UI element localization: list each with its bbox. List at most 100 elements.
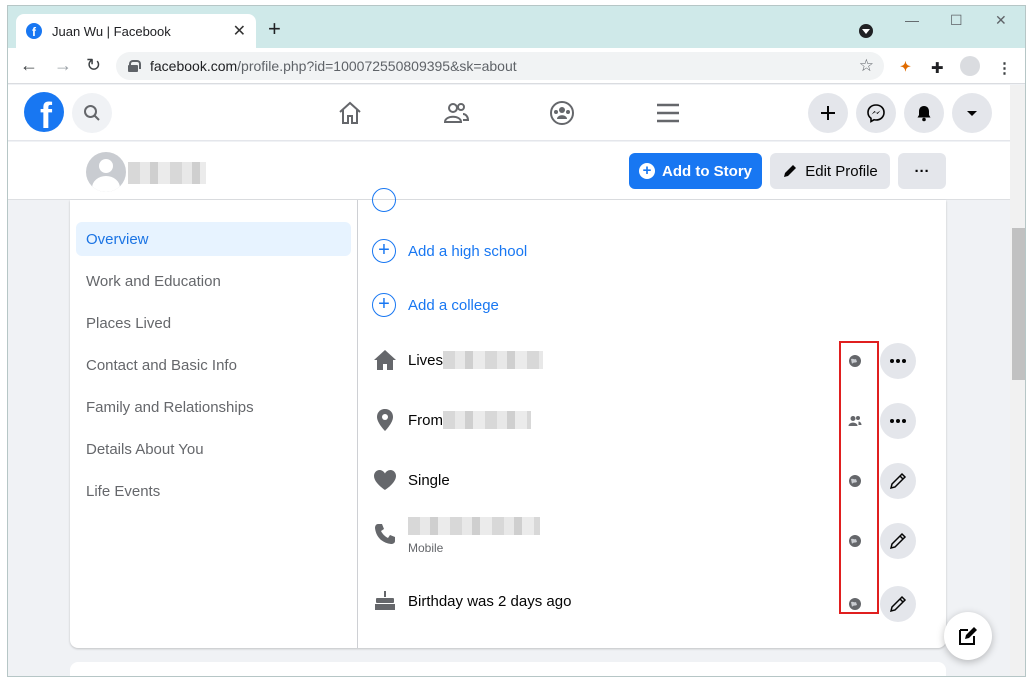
add-to-story-label: Add to Story xyxy=(662,162,752,180)
groups-icon[interactable] xyxy=(548,99,576,127)
heart-icon xyxy=(372,467,398,493)
new-message-button[interactable] xyxy=(944,612,992,660)
browser-toolbar: ← → ↻ facebook.com/profile.php?id=100072… xyxy=(8,48,1025,84)
search-button[interactable] xyxy=(72,93,112,133)
forward-button[interactable]: → xyxy=(54,55,72,76)
notifications-button[interactable] xyxy=(904,93,944,133)
home-icon[interactable] xyxy=(336,99,364,127)
menu-icon[interactable] xyxy=(654,99,682,127)
pencil-icon xyxy=(889,532,907,550)
edit-birthday-button[interactable] xyxy=(880,586,916,622)
page-scrollbar[interactable] xyxy=(1010,85,1025,676)
minimize-button[interactable]: — xyxy=(905,12,919,28)
pencil-icon xyxy=(889,595,907,613)
relationship-status: Single xyxy=(408,471,450,489)
edit-relationship-button[interactable] xyxy=(880,463,916,499)
sidebar-item-work-education[interactable]: Work and Education xyxy=(76,264,351,298)
scrollbar-thumb[interactable] xyxy=(1012,228,1025,380)
blurred-location xyxy=(443,351,544,369)
messenger-icon xyxy=(867,104,885,123)
friends-icon[interactable] xyxy=(442,99,470,127)
create-button[interactable] xyxy=(808,93,848,133)
more-dots-icon xyxy=(890,359,906,363)
lives-more-button[interactable] xyxy=(880,343,916,379)
profile-more-button[interactable]: ··· xyxy=(898,153,946,189)
location-pin-icon xyxy=(372,407,398,433)
sidebar-item-places-lived[interactable]: Places Lived xyxy=(76,306,351,340)
caret-down-icon xyxy=(967,111,977,116)
sidebar-item-life-events[interactable]: Life Events xyxy=(76,474,351,508)
messenger-button[interactable] xyxy=(856,93,896,133)
plus-icon xyxy=(821,106,835,120)
compose-icon xyxy=(959,627,977,645)
close-window-button[interactable]: ✕ xyxy=(995,12,1007,29)
add-college-link[interactable]: Add a college xyxy=(408,297,499,314)
tab-close-icon[interactable]: ✕ xyxy=(233,21,246,41)
profile-sticky-bar: + Add to Story Edit Profile ··· xyxy=(8,142,1010,200)
blurred-hometown xyxy=(443,411,531,429)
about-sidebar: Overview Work and Education Places Lived… xyxy=(70,200,358,648)
sidebar-item-details-about-you[interactable]: Details About You xyxy=(76,432,351,466)
add-circle-icon xyxy=(372,188,396,212)
account-button[interactable] xyxy=(952,93,992,133)
extension-icon[interactable]: ✦ xyxy=(900,59,911,75)
tab-search-icon[interactable] xyxy=(859,24,873,38)
tab-title: Juan Wu | Facebook xyxy=(52,23,171,39)
edit-profile-label: Edit Profile xyxy=(805,162,878,180)
lives-row: Lives xyxy=(372,347,544,373)
birthday-text: Birthday was 2 days ago xyxy=(408,592,572,610)
facebook-header: f xyxy=(8,85,1010,141)
back-button[interactable]: ← xyxy=(20,55,38,76)
from-row: From xyxy=(372,407,531,433)
phone-details: Mobile xyxy=(408,515,540,555)
pencil-icon xyxy=(889,472,907,490)
facebook-logo-icon[interactable]: f xyxy=(24,92,64,132)
add-college-row[interactable]: + Add a college xyxy=(372,293,499,317)
lives-label: Lives xyxy=(408,351,444,369)
pencil-icon xyxy=(784,165,797,177)
add-high-school-row[interactable]: + Add a high school xyxy=(372,239,527,263)
phone-icon xyxy=(372,521,398,547)
profile-avatar-icon[interactable] xyxy=(960,56,980,76)
more-dots-icon xyxy=(890,419,906,423)
bell-icon xyxy=(917,106,931,122)
url-text: facebook.com/profile.php?id=100072550809… xyxy=(150,58,517,74)
phone-type-label: Mobile xyxy=(408,541,444,555)
plus-circle-icon: + xyxy=(639,163,655,179)
bookmark-star-icon[interactable]: ☆ xyxy=(859,56,874,76)
tab-strip: f Juan Wu | Facebook ✕ + — ☐ ✕ xyxy=(8,6,1025,48)
facebook-favicon-icon: f xyxy=(26,23,42,39)
add-high-school-link[interactable]: Add a high school xyxy=(408,243,527,260)
home-icon xyxy=(372,347,398,373)
add-to-story-button[interactable]: + Add to Story xyxy=(629,153,762,189)
relationship-row: Single xyxy=(372,467,450,493)
next-section-card xyxy=(70,662,946,676)
lock-icon[interactable] xyxy=(128,60,141,72)
blurred-phone-number xyxy=(408,517,540,535)
birthday-cake-icon xyxy=(372,588,398,614)
edit-phone-button[interactable] xyxy=(880,523,916,559)
search-icon xyxy=(84,105,100,121)
phone-row: Mobile xyxy=(372,515,540,555)
sidebar-item-family-relationships[interactable]: Family and Relationships xyxy=(76,390,351,424)
browser-tab[interactable]: f Juan Wu | Facebook ✕ xyxy=(16,14,256,48)
add-circle-icon: + xyxy=(372,239,396,263)
about-card: Overview Work and Education Places Lived… xyxy=(70,188,946,648)
new-tab-button[interactable]: + xyxy=(268,18,281,40)
privacy-highlight-box xyxy=(839,341,879,614)
address-bar[interactable]: facebook.com/profile.php?id=100072550809… xyxy=(116,52,884,80)
from-more-button[interactable] xyxy=(880,403,916,439)
blurred-profile-name xyxy=(128,162,206,184)
reload-button[interactable]: ↻ xyxy=(86,55,101,76)
puzzle-extensions-icon[interactable]: ✚ xyxy=(931,59,944,77)
scrolled-add-item[interactable] xyxy=(372,188,396,212)
profile-avatar[interactable] xyxy=(86,152,126,192)
sidebar-item-contact-info[interactable]: Contact and Basic Info xyxy=(76,348,351,382)
maximize-button[interactable]: ☐ xyxy=(950,12,963,29)
browser-window: f Juan Wu | Facebook ✕ + — ☐ ✕ ← → ↻ fac… xyxy=(7,5,1026,677)
browser-menu-icon[interactable]: ⋮ xyxy=(997,59,1012,77)
birthday-row: Birthday was 2 days ago xyxy=(372,588,571,614)
add-circle-icon: + xyxy=(372,293,396,317)
edit-profile-button[interactable]: Edit Profile xyxy=(770,153,890,189)
sidebar-item-overview[interactable]: Overview xyxy=(76,222,351,256)
